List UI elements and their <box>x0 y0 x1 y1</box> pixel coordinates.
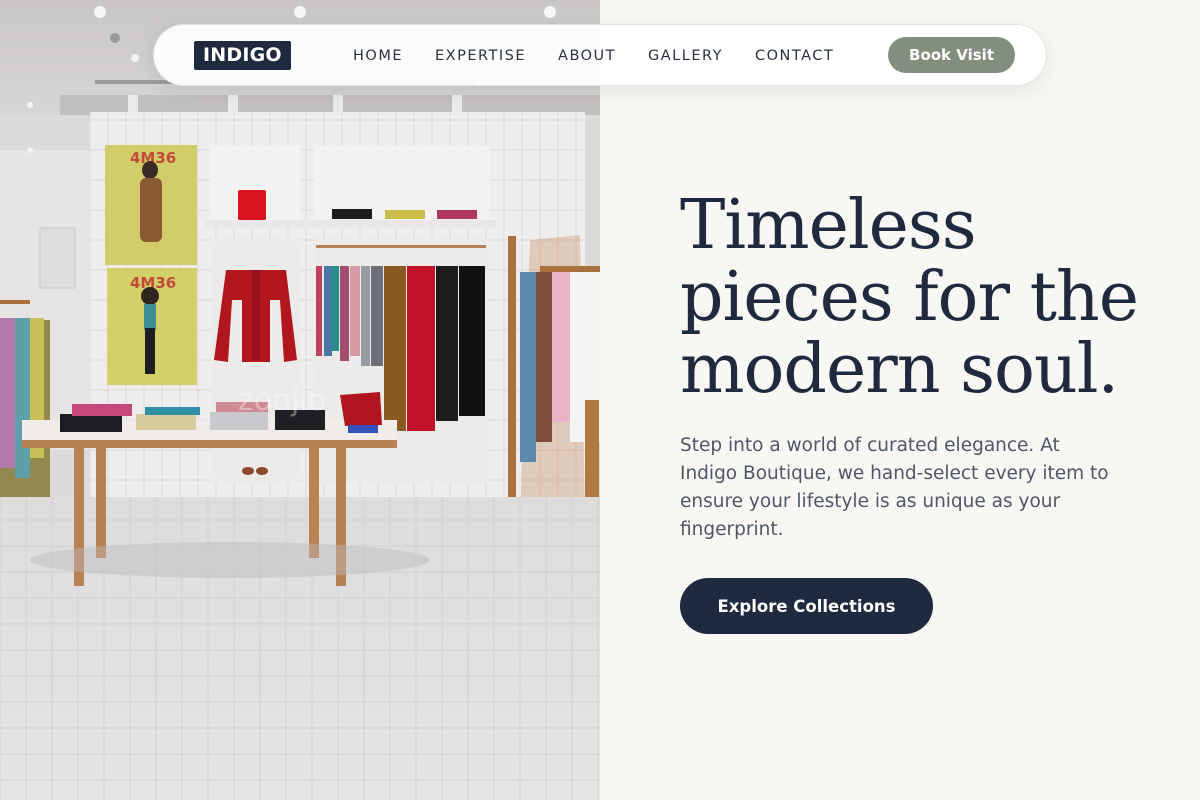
boutique-interior-photo: 4M36 4M36 zonjio <box>0 0 600 800</box>
image-watermark: zonjio <box>238 383 326 418</box>
hero-headline-line: modern soul. <box>680 330 1119 409</box>
explore-collections-button[interactable]: Explore Collections <box>680 578 933 634</box>
nav-link-about[interactable]: ABOUT <box>558 48 616 64</box>
nav-link-gallery[interactable]: GALLERY <box>648 48 723 64</box>
hero-image: 4M36 4M36 zonjio <box>0 0 600 800</box>
nav-links: HOME EXPERTISE ABOUT GALLERY CONTACT <box>353 25 866 87</box>
hero-headline-line: pieces for the <box>680 258 1139 337</box>
navbar: INDIGO HOME EXPERTISE ABOUT GALLERY CONT… <box>153 24 1047 86</box>
nav-link-home[interactable]: HOME <box>353 48 403 64</box>
hero-headline-line: Timeless <box>680 186 977 265</box>
nav-link-expertise[interactable]: EXPERTISE <box>435 48 526 64</box>
nav-link-contact[interactable]: CONTACT <box>755 48 834 64</box>
book-visit-button[interactable]: Book Visit <box>888 37 1015 73</box>
hero-content: Timeless pieces for the modern soul. Ste… <box>680 190 1140 634</box>
hero-description: Step into a world of curated elegance. A… <box>680 435 1109 540</box>
brand-logo[interactable]: INDIGO <box>194 41 291 70</box>
hero-headline: Timeless pieces for the modern soul. <box>680 190 1140 406</box>
